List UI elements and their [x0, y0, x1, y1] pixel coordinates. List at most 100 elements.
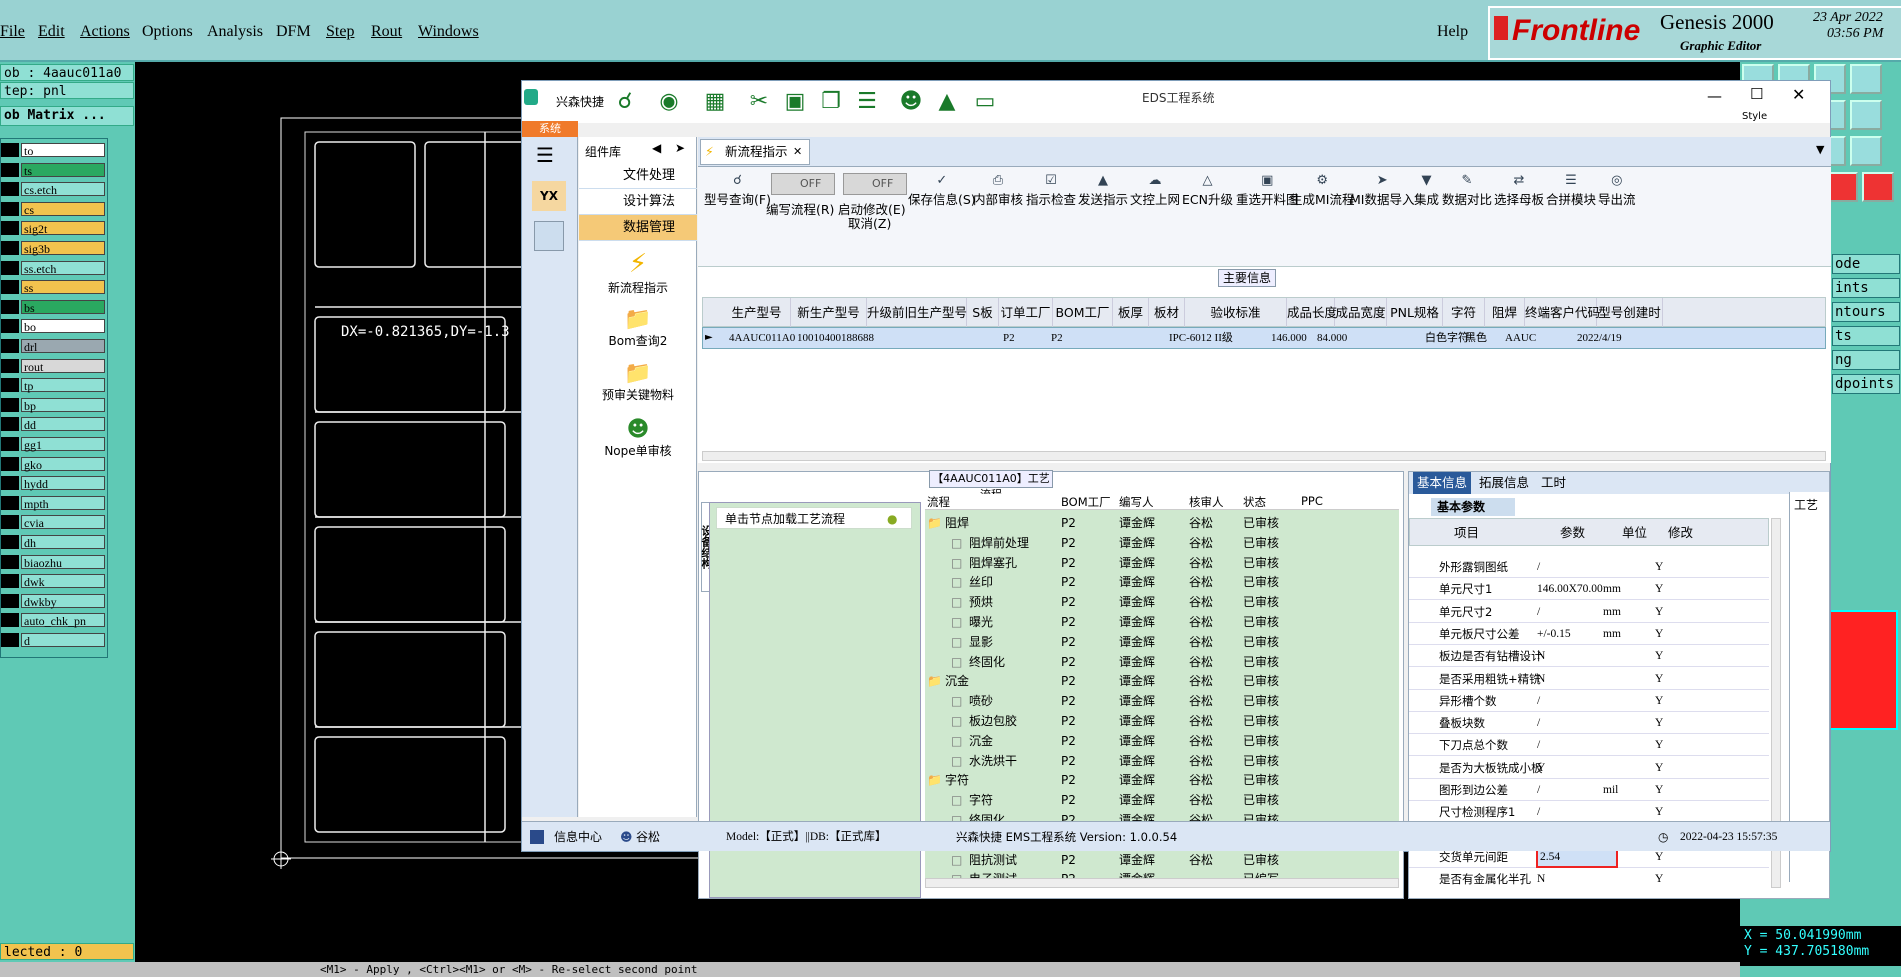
info-col-header[interactable]: 单位: [1622, 519, 1647, 547]
grid-cell[interactable]: AAUC: [1505, 328, 1536, 348]
collapse-left-icon[interactable]: ◀: [652, 141, 661, 155]
info-row[interactable]: 单元尺寸2 / mm Y: [1409, 601, 1769, 623]
ribbon-4[interactable]: ✓ 保存信息(S): [908, 173, 976, 208]
ribbon-17[interactable]: ◎ 导出流: [1598, 173, 1636, 208]
info-center[interactable]: 信息中心: [554, 822, 602, 852]
style-label[interactable]: Style: [1742, 111, 1767, 122]
grid-cell[interactable]: P2: [1003, 328, 1015, 348]
info-tab-0[interactable]: 基本信息: [1413, 472, 1472, 494]
nav-new-flow[interactable]: ⚡ 新流程指示: [579, 249, 697, 296]
chart-icon[interactable]: ▲: [934, 89, 960, 115]
layer-tp[interactable]: tp: [21, 378, 105, 393]
ribbon-15[interactable]: ⇄ 选择母板: [1494, 173, 1544, 208]
layer-mark[interactable]: [1, 613, 19, 628]
layer-to[interactable]: to: [21, 143, 105, 158]
close-button[interactable]: ✕: [1792, 85, 1805, 104]
grid-col-header[interactable]: 型号创建时: [1597, 298, 1663, 328]
tab-new-flow[interactable]: ⚡ 新流程指示 ✕: [700, 139, 810, 165]
layer-gg1[interactable]: gg1: [21, 437, 105, 452]
grid-col-header[interactable]: 升级前旧生产型号: [867, 298, 967, 328]
info-row[interactable]: 是否为大板铣成小板 Y Y: [1409, 757, 1769, 779]
ribbon-5[interactable]: ⎙ 内部审核: [973, 173, 1023, 208]
layer-mark[interactable]: [1, 476, 19, 491]
ribbon-0[interactable]: ☌ 型号查询(F): [704, 173, 771, 208]
tree-row[interactable]: □ 丝印 P2 谭金辉 谷松 已审核: [925, 573, 1399, 592]
tree-row[interactable]: □ 水洗烘干 P2 谭金辉 谷松 已审核: [925, 752, 1399, 771]
layer-dd[interactable]: dd: [21, 417, 105, 432]
layer-gko[interactable]: gko: [21, 456, 105, 472]
comp-data-management[interactable]: 数据管理: [579, 215, 697, 241]
search-icon[interactable]: ☌: [612, 89, 638, 115]
load-flow-button[interactable]: 单击节点加载工艺流程 ●: [716, 507, 912, 529]
tree-row[interactable]: 📁 阻焊 P2 谭金辉 谷松 已审核: [925, 514, 1399, 533]
pin-icon[interactable]: ➤: [675, 141, 685, 155]
layer-mark[interactable]: [1, 437, 19, 451]
menu-help[interactable]: Help: [1437, 23, 1468, 41]
layer-sig3b[interactable]: sig3b: [21, 241, 105, 256]
layer-mark[interactable]: [1, 495, 19, 510]
info-value[interactable]: /: [1537, 734, 1540, 756]
grid-col-header[interactable]: 终端客户代码: [1525, 298, 1600, 328]
layer-sig2t[interactable]: sig2t: [21, 221, 105, 236]
layer-mark[interactable]: [1, 339, 19, 353]
tab-close-icon[interactable]: ✕: [793, 140, 802, 164]
grid-col-header[interactable]: BOM工厂: [1053, 298, 1113, 328]
ribbon-8[interactable]: ☁ 文控上网: [1130, 173, 1180, 208]
tab-dropdown-icon[interactable]: ▼: [1816, 143, 1824, 156]
cancel-button[interactable]: 取消(Z): [848, 213, 891, 232]
tool-button-6[interactable]: [1850, 100, 1882, 130]
comp-design-algo[interactable]: 设计算法: [579, 189, 697, 215]
info-row[interactable]: 下刀点总个数 / Y: [1409, 734, 1769, 757]
info-row[interactable]: 叠板块数 / Y: [1409, 712, 1769, 735]
grid-cell[interactable]: P2: [1051, 328, 1063, 348]
menu-edit[interactable]: Edit: [38, 23, 65, 41]
rpanel-item[interactable]: ode: [1832, 254, 1900, 274]
comp-file-processing[interactable]: 文件处理: [579, 163, 697, 189]
layer-mark[interactable]: [1, 593, 19, 608]
layer-mark[interactable]: [1, 554, 19, 569]
info-row[interactable]: 尺寸检测程序1 / Y: [1409, 801, 1769, 824]
tree-row[interactable]: □ 终固化 P2 谭金辉 谷松 已审核: [925, 653, 1399, 672]
grid-cell[interactable]: 10010400188688: [797, 328, 874, 348]
layer-mark[interactable]: [1, 201, 19, 216]
menu-actions[interactable]: Actions: [80, 23, 130, 41]
ribbon-7[interactable]: ▲ 发送指示: [1078, 173, 1128, 208]
layer-mpth[interactable]: mpth: [21, 495, 105, 511]
maximize-button[interactable]: ☐: [1750, 85, 1763, 103]
layer-bs[interactable]: bs: [21, 299, 105, 315]
layer-mark[interactable]: [1, 378, 19, 393]
layer-mark[interactable]: [1, 162, 19, 177]
info-value[interactable]: /: [1537, 601, 1540, 623]
tree-row[interactable]: 📁 沉金 P2 谭金辉 谷松 已审核: [925, 672, 1399, 691]
layer-mark[interactable]: [1, 260, 19, 275]
grid-col-header[interactable]: 阻焊: [1485, 298, 1525, 328]
tree-row[interactable]: □ 板边包胶 P2 谭金辉 谷松 已审核: [925, 712, 1399, 731]
toggle-edit-flow[interactable]: OFF: [771, 173, 835, 195]
scissors-icon[interactable]: ✂: [746, 89, 772, 115]
layer-cvia[interactable]: cvia: [21, 515, 105, 530]
layer-mark[interactable]: [1, 280, 19, 295]
film-icon[interactable]: ▣: [782, 89, 808, 115]
layer-mark[interactable]: [1, 299, 19, 314]
info-value[interactable]: /: [1537, 779, 1540, 801]
info-value[interactable]: /: [1537, 801, 1540, 823]
lifebuoy-icon[interactable]: ◉: [656, 89, 682, 115]
layer-dwkby[interactable]: dwkby: [21, 593, 105, 609]
grid-col-header[interactable]: 板材: [1149, 298, 1185, 328]
grid-col-header[interactable]: 验收标准: [1185, 298, 1287, 328]
tree-row[interactable]: □ 阻抗测试 P2 谭金辉 谷松 已审核: [925, 851, 1399, 870]
grid-cell[interactable]: 4AAUC011A0: [729, 328, 795, 348]
menu-options[interactable]: Options: [142, 23, 193, 41]
yx-logo-icon[interactable]: YX: [532, 181, 566, 211]
layer-cs[interactable]: cs: [21, 201, 105, 217]
rpanel-item[interactable]: ng: [1832, 350, 1900, 370]
info-row[interactable]: 是否采用粗铣+精铣 N Y: [1409, 668, 1769, 690]
menu-rout[interactable]: Rout: [371, 23, 402, 41]
tool-button-8[interactable]: [1850, 136, 1882, 166]
layer-auto_chk_pn[interactable]: auto_chk_pn: [21, 613, 105, 628]
layer-dwk[interactable]: dwk: [21, 574, 105, 589]
layer-mark[interactable]: [1, 319, 19, 334]
ribbon-9[interactable]: △ ECN升级: [1182, 173, 1233, 208]
grid-col-header[interactable]: S板: [967, 298, 999, 328]
grid-cell[interactable]: IPC-6012 II级: [1169, 328, 1233, 348]
